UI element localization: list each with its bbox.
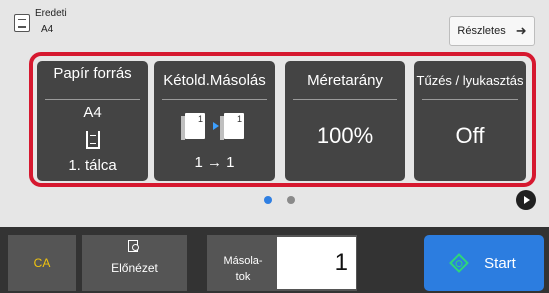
document-icon <box>14 14 30 32</box>
staple-punch-button[interactable]: Tűzés / lyukasztás Off <box>414 61 526 181</box>
sheet-icon: 1 <box>220 113 244 140</box>
original-info[interactable]: Eredeti A4 <box>14 8 67 42</box>
divider <box>45 99 140 100</box>
start-button[interactable]: Start <box>424 235 544 291</box>
arrow-right-icon: ➜ <box>515 23 527 38</box>
start-icon <box>449 253 470 273</box>
next-page-button[interactable] <box>516 190 536 210</box>
arrow-right-icon <box>213 122 219 130</box>
copies-label: Másola- tok <box>223 255 263 283</box>
staple-value: Off <box>455 123 485 148</box>
divider <box>293 99 397 100</box>
preview-button[interactable]: Előnézet <box>82 235 187 291</box>
duplex-icon: 1 1 <box>154 113 275 140</box>
tray-value: 1. tálca <box>68 157 117 174</box>
original-label: Eredeti <box>35 8 67 19</box>
details-button[interactable]: Részletes ➜ <box>449 16 535 46</box>
preview-icon <box>128 240 142 254</box>
duplex-title: Kétold.Másolás <box>163 72 266 89</box>
divider <box>162 99 267 100</box>
ratio-button[interactable]: Méretarány 100% <box>285 61 405 181</box>
ca-label: CA <box>33 256 51 270</box>
preview-label: Előnézet <box>111 261 158 275</box>
original-size: A4 <box>41 24 54 35</box>
paper-size-value: A4 <box>83 104 102 121</box>
paper-source-button[interactable]: Papír forrás A4 1. tálca <box>37 61 148 181</box>
copies-count-input[interactable]: 1 <box>277 237 356 289</box>
duplex-value: 1 → 1 <box>194 154 235 171</box>
paper-source-title: Papír forrás <box>53 65 132 82</box>
sheet-icon: 1 <box>181 113 205 140</box>
ca-button[interactable]: CA <box>8 235 76 291</box>
page-indicator-active[interactable] <box>264 196 272 204</box>
copies-control: Másola- tok 1 <box>207 235 357 291</box>
copy-screen: Eredeti A4 Részletes ➜ Papír forrás A4 1… <box>0 0 549 293</box>
ratio-value: 100% <box>316 123 374 148</box>
duplex-copy-button[interactable]: Kétold.Másolás 1 1 1 → 1 <box>154 61 275 181</box>
start-label: Start <box>484 254 516 272</box>
ratio-title: Méretarány <box>307 72 383 89</box>
paper-tray-icon <box>85 131 100 149</box>
divider <box>422 99 518 100</box>
staple-title: Tűzés / lyukasztás <box>416 73 524 88</box>
page-indicator[interactable] <box>287 196 295 204</box>
details-label: Részletes <box>457 25 506 37</box>
